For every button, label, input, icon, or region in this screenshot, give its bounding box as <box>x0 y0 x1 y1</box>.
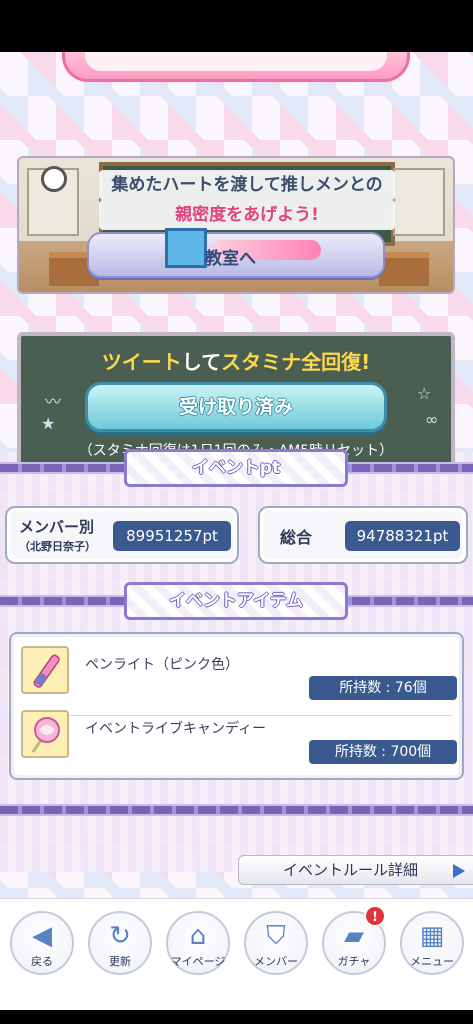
nav-back-button[interactable]: ◀ 戻る <box>10 911 74 975</box>
top-ribbon-banner <box>62 52 410 82</box>
tweet-title-part3: スタミナ全回復! <box>221 350 371 374</box>
top-ribbon-inner <box>85 52 387 71</box>
tweet-title: ツイートしてスタミナ全回復! <box>21 346 451 375</box>
event-rules-button[interactable]: イベントルール詳細 <box>238 855 473 885</box>
nav-label: メンバー <box>254 955 298 968</box>
candy-glyph <box>31 717 60 753</box>
tweet-title-part1: ツイート <box>101 350 182 374</box>
classroom-caption: 集めたハートを渡して推しメンとの 親密度をあげよう! <box>99 170 395 230</box>
nav-label: ガチャ <box>337 955 371 968</box>
play-arrow-icon <box>453 864 465 878</box>
total-pt-label: 総合 <box>280 528 313 547</box>
list-item: イベントライブキャンディー 所持数 : 700個 <box>21 710 457 776</box>
nav-label: メニュー <box>410 955 454 968</box>
total-pt-value: 94788321pt <box>345 521 460 551</box>
event-items-title: イベントアイテム <box>124 582 348 620</box>
refresh-icon: ↻ <box>109 921 131 951</box>
nav-mypage-button[interactable]: ⌂ マイページ <box>166 911 230 975</box>
member-pt-value: 89951257pt <box>113 521 231 551</box>
clock-icon <box>41 166 67 192</box>
bottom-nav-bar: ◀ 戻る ↻ 更新 ⌂ マイページ ⛉ メンバー ▰ ガチャ ! ▦ メニュー <box>0 898 473 1010</box>
classroom-caption-line2: 親密度をあげよう! <box>99 200 395 230</box>
section-divider <box>0 804 473 816</box>
star-doodle-icon: ☆ <box>417 384 432 403</box>
go-to-classroom-button[interactable]: 教室へ <box>87 228 385 278</box>
nav-label: 戻る <box>31 955 53 968</box>
nav-member-button[interactable]: ⛉ メンバー <box>244 911 308 975</box>
item-name: ペンライト（ピンク色） <box>85 657 239 673</box>
classroom-caption-line1: 集めたハートを渡して推しメンとの <box>99 170 395 200</box>
nav-label: マイページ <box>170 955 226 968</box>
tweet-title-part2: して <box>181 350 222 374</box>
home-icon: ⌂ <box>189 921 207 951</box>
nav-refresh-button[interactable]: ↻ 更新 <box>88 911 152 975</box>
classroom-button-label: 教室へ <box>205 249 256 269</box>
star-doodle-icon: ★ <box>41 414 56 433</box>
item-name: イベントライブキャンディー <box>85 721 267 737</box>
penlight-icon <box>21 646 69 694</box>
door-icon <box>165 228 207 268</box>
notification-badge: ! <box>364 905 386 927</box>
claimed-button[interactable]: 受け取り済み <box>85 382 387 432</box>
calendar-board <box>393 168 445 236</box>
back-arrow-icon: ◀ <box>32 921 52 951</box>
ribbon-doodle-icon: ∞ <box>425 410 439 429</box>
member-pt-box: メンバー別 （北野日奈子） 89951257pt <box>5 506 239 564</box>
event-pt-title: イベントpt <box>124 449 348 487</box>
event-items-list: ペンライト（ピンク色） 所持数 : 76個 イベントライブキャンディー 所持数 … <box>9 632 464 780</box>
chalk-scribble-icon: 〰 <box>45 392 62 411</box>
nav-gacha-button[interactable]: ▰ ガチャ ! <box>322 905 386 975</box>
item-count: 所持数 : 76個 <box>309 676 457 700</box>
list-item: ペンライト（ピンク色） 所持数 : 76個 <box>21 646 457 716</box>
member-icon: ⛉ <box>266 921 286 951</box>
member-pt-label: メンバー別 <box>19 518 95 536</box>
penlight-glyph <box>33 654 60 688</box>
desk-right <box>379 252 429 286</box>
item-count: 所持数 : 700個 <box>309 740 457 764</box>
event-page: 集めたハートを渡して推しメンとの 親密度をあげよう! 教室へ 〰 ★ ☆ ∞ ツ… <box>0 52 473 1010</box>
nav-label: 更新 <box>109 955 131 968</box>
event-rules-label: イベントルール詳細 <box>283 861 419 879</box>
total-pt-box: 総合 94788321pt <box>258 506 468 564</box>
nav-menu-button[interactable]: ▦ メニュー <box>400 911 464 975</box>
candy-icon <box>21 710 69 758</box>
member-name-label: （北野日奈子） <box>19 540 96 553</box>
menu-grid-icon: ▦ <box>419 921 445 951</box>
